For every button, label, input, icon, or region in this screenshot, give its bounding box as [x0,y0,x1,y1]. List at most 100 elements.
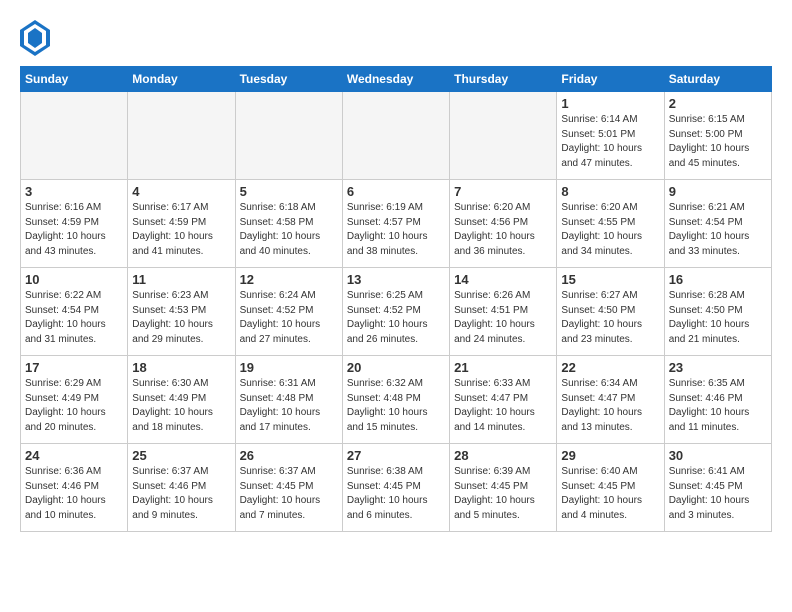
day-number: 14 [454,272,552,287]
calendar-day-cell: 19 Sunrise: 6:31 AM Sunset: 4:48 PM Dayli… [235,356,342,444]
day-number: 11 [132,272,230,287]
calendar-day-cell: 22 Sunrise: 6:34 AM Sunset: 4:47 PM Dayli… [557,356,664,444]
day-number: 16 [669,272,767,287]
day-number: 17 [25,360,123,375]
weekday-header-cell: Friday [557,67,664,92]
logo-icon [20,20,50,56]
weekday-header-cell: Monday [128,67,235,92]
day-info: Sunrise: 6:25 AM Sunset: 4:52 PM Dayligh… [347,289,445,347]
calendar-day-cell: 23 Sunrise: 6:35 AM Sunset: 4:46 PM Dayli… [664,356,771,444]
day-number: 30 [669,448,767,463]
day-number: 6 [347,184,445,199]
day-info: Sunrise: 6:21 AM Sunset: 4:54 PM Dayligh… [669,201,767,259]
day-info: Sunrise: 6:15 AM Sunset: 5:00 PM Dayligh… [669,113,767,171]
calendar-day-cell: 16 Sunrise: 6:28 AM Sunset: 4:50 PM Dayli… [664,268,771,356]
weekday-header-cell: Wednesday [342,67,449,92]
day-info: Sunrise: 6:32 AM Sunset: 4:48 PM Dayligh… [347,377,445,435]
day-number: 23 [669,360,767,375]
calendar-day-cell: 29 Sunrise: 6:40 AM Sunset: 4:45 PM Dayli… [557,444,664,532]
page-header [20,20,772,56]
day-info: Sunrise: 6:41 AM Sunset: 4:45 PM Dayligh… [669,465,767,523]
weekday-header-row: SundayMondayTuesdayWednesdayThursdayFrid… [21,67,772,92]
day-info: Sunrise: 6:37 AM Sunset: 4:46 PM Dayligh… [132,465,230,523]
calendar-week-row: 17 Sunrise: 6:29 AM Sunset: 4:49 PM Dayli… [21,356,772,444]
calendar-day-cell: 2 Sunrise: 6:15 AM Sunset: 5:00 PM Daylig… [664,92,771,180]
day-info: Sunrise: 6:34 AM Sunset: 4:47 PM Dayligh… [561,377,659,435]
day-number: 2 [669,96,767,111]
day-number: 26 [240,448,338,463]
calendar-day-cell [21,92,128,180]
day-number: 18 [132,360,230,375]
day-info: Sunrise: 6:28 AM Sunset: 4:50 PM Dayligh… [669,289,767,347]
calendar-day-cell: 20 Sunrise: 6:32 AM Sunset: 4:48 PM Dayli… [342,356,449,444]
day-number: 20 [347,360,445,375]
day-info: Sunrise: 6:14 AM Sunset: 5:01 PM Dayligh… [561,113,659,171]
calendar-day-cell: 1 Sunrise: 6:14 AM Sunset: 5:01 PM Daylig… [557,92,664,180]
calendar-table: SundayMondayTuesdayWednesdayThursdayFrid… [20,66,772,532]
day-info: Sunrise: 6:29 AM Sunset: 4:49 PM Dayligh… [25,377,123,435]
day-info: Sunrise: 6:22 AM Sunset: 4:54 PM Dayligh… [25,289,123,347]
calendar-day-cell: 10 Sunrise: 6:22 AM Sunset: 4:54 PM Dayli… [21,268,128,356]
day-number: 4 [132,184,230,199]
day-number: 28 [454,448,552,463]
calendar-day-cell: 12 Sunrise: 6:24 AM Sunset: 4:52 PM Dayli… [235,268,342,356]
day-number: 24 [25,448,123,463]
day-info: Sunrise: 6:19 AM Sunset: 4:57 PM Dayligh… [347,201,445,259]
day-number: 7 [454,184,552,199]
calendar-day-cell: 15 Sunrise: 6:27 AM Sunset: 4:50 PM Dayli… [557,268,664,356]
calendar-day-cell [342,92,449,180]
day-number: 19 [240,360,338,375]
calendar-day-cell: 11Sunrise: 6:23 AM Sunset: 4:53 PM Dayli… [128,268,235,356]
calendar-day-cell: 28 Sunrise: 6:39 AM Sunset: 4:45 PM Dayli… [450,444,557,532]
day-info: Sunrise: 6:27 AM Sunset: 4:50 PM Dayligh… [561,289,659,347]
calendar-week-row: 1 Sunrise: 6:14 AM Sunset: 5:01 PM Daylig… [21,92,772,180]
day-info: Sunrise: 6:39 AM Sunset: 4:45 PM Dayligh… [454,465,552,523]
day-number: 15 [561,272,659,287]
calendar-day-cell: 17 Sunrise: 6:29 AM Sunset: 4:49 PM Dayli… [21,356,128,444]
day-number: 25 [132,448,230,463]
weekday-header-cell: Saturday [664,67,771,92]
day-number: 29 [561,448,659,463]
calendar-week-row: 10 Sunrise: 6:22 AM Sunset: 4:54 PM Dayli… [21,268,772,356]
calendar-week-row: 3Sunrise: 6:16 AM Sunset: 4:59 PM Daylig… [21,180,772,268]
day-info: Sunrise: 6:24 AM Sunset: 4:52 PM Dayligh… [240,289,338,347]
calendar-day-cell: 14 Sunrise: 6:26 AM Sunset: 4:51 PM Dayli… [450,268,557,356]
day-info: Sunrise: 6:20 AM Sunset: 4:55 PM Dayligh… [561,201,659,259]
day-number: 27 [347,448,445,463]
day-number: 5 [240,184,338,199]
weekday-header-cell: Sunday [21,67,128,92]
day-info: Sunrise: 6:30 AM Sunset: 4:49 PM Dayligh… [132,377,230,435]
calendar-day-cell: 27Sunrise: 6:38 AM Sunset: 4:45 PM Dayli… [342,444,449,532]
calendar-day-cell: 7Sunrise: 6:20 AM Sunset: 4:56 PM Daylig… [450,180,557,268]
day-number: 9 [669,184,767,199]
day-number: 10 [25,272,123,287]
day-info: Sunrise: 6:31 AM Sunset: 4:48 PM Dayligh… [240,377,338,435]
day-number: 3 [25,184,123,199]
calendar-day-cell: 9 Sunrise: 6:21 AM Sunset: 4:54 PM Daylig… [664,180,771,268]
day-number: 22 [561,360,659,375]
calendar-day-cell: 26 Sunrise: 6:37 AM Sunset: 4:45 PM Dayli… [235,444,342,532]
day-info: Sunrise: 6:37 AM Sunset: 4:45 PM Dayligh… [240,465,338,523]
day-info: Sunrise: 6:26 AM Sunset: 4:51 PM Dayligh… [454,289,552,347]
day-info: Sunrise: 6:40 AM Sunset: 4:45 PM Dayligh… [561,465,659,523]
calendar-day-cell: 6 Sunrise: 6:19 AM Sunset: 4:57 PM Daylig… [342,180,449,268]
day-number: 12 [240,272,338,287]
day-info: Sunrise: 6:36 AM Sunset: 4:46 PM Dayligh… [25,465,123,523]
day-info: Sunrise: 6:35 AM Sunset: 4:46 PM Dayligh… [669,377,767,435]
calendar-day-cell: 18 Sunrise: 6:30 AM Sunset: 4:49 PM Dayli… [128,356,235,444]
day-number: 13 [347,272,445,287]
calendar-day-cell [235,92,342,180]
day-number: 8 [561,184,659,199]
day-info: Sunrise: 6:18 AM Sunset: 4:58 PM Dayligh… [240,201,338,259]
day-info: Sunrise: 6:33 AM Sunset: 4:47 PM Dayligh… [454,377,552,435]
calendar-body: 1 Sunrise: 6:14 AM Sunset: 5:01 PM Daylig… [21,92,772,532]
logo [20,20,52,56]
day-number: 1 [561,96,659,111]
weekday-header-cell: Tuesday [235,67,342,92]
day-info: Sunrise: 6:17 AM Sunset: 4:59 PM Dayligh… [132,201,230,259]
calendar-day-cell [128,92,235,180]
calendar-day-cell: 4 Sunrise: 6:17 AM Sunset: 4:59 PM Daylig… [128,180,235,268]
calendar-day-cell: 13 Sunrise: 6:25 AM Sunset: 4:52 PM Dayli… [342,268,449,356]
day-number: 21 [454,360,552,375]
calendar-day-cell: 24 Sunrise: 6:36 AM Sunset: 4:46 PM Dayli… [21,444,128,532]
